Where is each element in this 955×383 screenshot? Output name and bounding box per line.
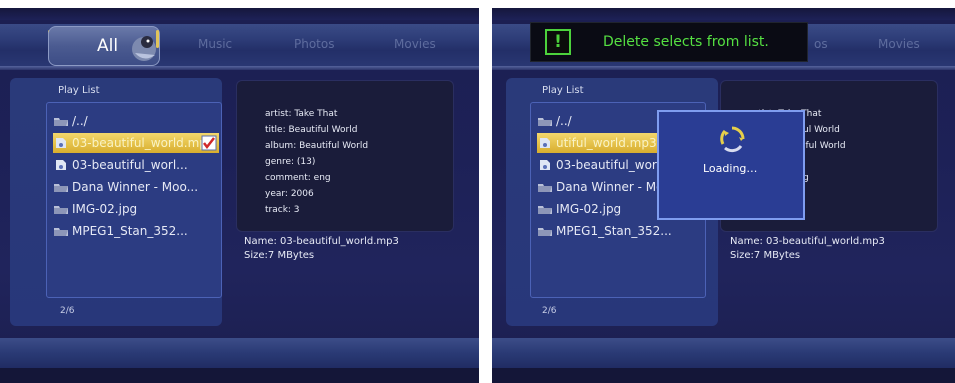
refresh-icon [720, 126, 745, 153]
folder-icon [538, 206, 552, 214]
tab-all[interactable]: All [48, 26, 160, 66]
meta-artist: artist: Take That [265, 109, 338, 119]
folder-icon [538, 184, 552, 192]
list-item-label: Dana Winner - Moo... [72, 180, 199, 194]
list-item-label: MPEG1_Stan_352... [556, 224, 672, 238]
meta-year: year: 2006 [265, 189, 314, 199]
playlist-title: Play List [542, 85, 584, 96]
notification-message: Delete selects from list. [603, 34, 769, 50]
list-item[interactable]: 03-beautiful_worl... [53, 155, 219, 175]
list-item-label: 03-beautiful_world.mp [72, 136, 207, 150]
bottom-shadow [0, 368, 479, 383]
playlist-title: Play List [58, 85, 100, 96]
meta-genre: genre: (13) [265, 157, 316, 167]
file-name: Name: 03-beautiful_world.mp3 [730, 236, 885, 247]
exclamation-icon: ! [545, 29, 571, 55]
meta-track: track: 3 [265, 205, 300, 215]
notification-bar: ! Delete selects from list. [530, 22, 808, 62]
list-item-label: /../ [72, 114, 88, 128]
tab-bracket-right [156, 30, 159, 48]
metadata-panel: artist: Take That title: Beautiful World… [236, 80, 454, 232]
bottom-bar [0, 338, 479, 368]
list-item[interactable]: /../ [53, 111, 219, 131]
left-screen: All Music Photos Movies Play List /../ 0… [0, 8, 479, 383]
list-item[interactable]: MPEG1_Stan_352... [537, 221, 703, 241]
bottom-shadow [492, 368, 955, 383]
meta-album: album: Beautiful World [265, 141, 369, 151]
folder-icon [538, 118, 552, 126]
list-item-label: utiful_world.mp3 [556, 136, 657, 150]
file-size: Size:7 MBytes [244, 250, 315, 261]
list-item-label: 03-beautiful_worl... [556, 158, 672, 172]
list-item-label: 03-beautiful_worl... [72, 158, 188, 172]
page-indicator: 2/6 [60, 306, 75, 316]
tab-bar-divider [492, 66, 955, 70]
bird-icon [132, 36, 156, 61]
tab-photos-partial[interactable]: os [814, 37, 828, 51]
tab-movies[interactable]: Movies [394, 37, 436, 51]
folder-icon [54, 206, 68, 214]
meta-title: title: Beautiful World [265, 125, 358, 135]
checkbox-checked-icon[interactable] [201, 135, 217, 151]
list-item-selected[interactable]: 03-beautiful_world.mp [53, 133, 219, 153]
list-item-label: /../ [556, 114, 572, 128]
bottom-bar [492, 338, 955, 368]
meta-album-partial: iful World [803, 141, 846, 151]
page-indicator: 2/6 [542, 306, 557, 316]
folder-icon [54, 118, 68, 126]
music-file-icon [56, 160, 66, 170]
right-screen: os Movies Play List /../ utiful_world.mp… [492, 8, 955, 383]
top-fade [0, 8, 479, 20]
tab-all-label: All [97, 36, 119, 56]
music-file-icon [56, 138, 66, 148]
meta-title-partial: ul World [803, 125, 840, 135]
folder-icon [54, 228, 68, 236]
playlist-list: /../ 03-beautiful_world.mp 03-beautiful_… [46, 102, 222, 298]
tab-bar-divider [0, 66, 479, 70]
playlist-panel: Play List /../ 03-beautiful_world.mp 03-… [10, 78, 222, 326]
list-item-label: IMG-02.jpg [72, 202, 138, 216]
music-file-icon [540, 138, 550, 148]
list-item[interactable]: IMG-02.jpg [53, 199, 219, 219]
music-file-icon [540, 160, 550, 170]
list-item[interactable]: Dana Winner - Moo... [53, 177, 219, 197]
folder-icon [54, 184, 68, 192]
folder-icon [538, 228, 552, 236]
list-item-label: MPEG1_Stan_352... [72, 224, 188, 238]
loading-label: Loading… [703, 162, 758, 175]
meta-comment: comment: eng [265, 173, 331, 183]
list-item-label: IMG-02.jpg [556, 202, 622, 216]
file-name: Name: 03-beautiful_world.mp3 [244, 236, 399, 247]
top-fade [492, 8, 955, 20]
tab-movies[interactable]: Movies [878, 37, 920, 51]
tab-photos[interactable]: Photos [294, 37, 334, 51]
tab-music[interactable]: Music [198, 37, 232, 51]
list-item-label: Dana Winner - Mo [556, 180, 664, 194]
file-size: Size:7 MBytes [730, 250, 801, 261]
list-item[interactable]: MPEG1_Stan_352... [53, 221, 219, 241]
loading-dialog: Loading… [657, 110, 805, 220]
